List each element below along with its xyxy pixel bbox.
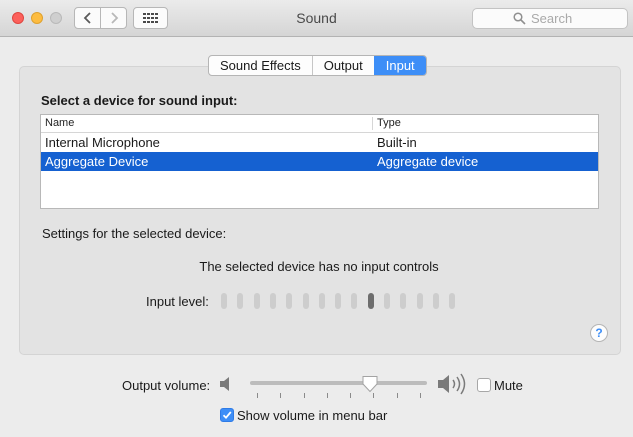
volume-tick (280, 393, 281, 398)
input-level-segment (286, 293, 292, 309)
input-level-meter (221, 293, 455, 309)
input-level-segment (319, 293, 325, 309)
checkmark-icon (222, 411, 232, 420)
input-level-segment (221, 293, 227, 309)
search-input[interactable]: Search (472, 8, 628, 29)
input-level-segment (335, 293, 341, 309)
settings-label: Settings for the selected device: (42, 226, 227, 241)
speaker-high-icon (438, 373, 466, 395)
device-table: Name Type Internal Microphone Built-in A… (40, 114, 599, 209)
input-level-segment (433, 293, 439, 309)
column-header-type[interactable]: Type (377, 117, 401, 129)
title-bar: Sound Search (0, 0, 633, 37)
tab-input[interactable]: Input (373, 56, 426, 75)
input-level-segment (449, 293, 455, 309)
volume-tick (257, 393, 258, 398)
input-level-segment (368, 293, 374, 309)
volume-tick (397, 393, 398, 398)
device-name: Internal Microphone (45, 135, 160, 150)
table-row-selected[interactable]: Aggregate Device Aggregate device (41, 152, 598, 171)
tab-bar: Sound Effects Output Input (208, 55, 427, 76)
no-controls-message: The selected device has no input control… (199, 259, 439, 274)
volume-tick (327, 393, 328, 398)
volume-tick (304, 393, 305, 398)
volume-tick (373, 393, 374, 398)
mute-checkbox[interactable] (477, 378, 491, 392)
help-icon: ? (595, 326, 603, 340)
input-level-segment (254, 293, 260, 309)
volume-slider-ticks (250, 393, 427, 398)
input-level-segment (384, 293, 390, 309)
search-icon (513, 12, 526, 25)
speaker-low-icon (220, 377, 229, 391)
column-header-name[interactable]: Name (45, 117, 74, 129)
column-divider (372, 117, 373, 130)
input-level-segment (303, 293, 309, 309)
show-volume-checkbox[interactable] (220, 408, 234, 422)
input-panel (19, 66, 621, 355)
search-placeholder: Search (531, 11, 573, 26)
table-header: Name Type (41, 115, 598, 133)
device-heading: Select a device for sound input: (41, 93, 238, 108)
input-level-segment (351, 293, 357, 309)
input-level-segment (270, 293, 276, 309)
help-button[interactable]: ? (590, 324, 608, 342)
input-level-label: Input level: (146, 294, 209, 309)
device-name: Aggregate Device (45, 154, 149, 169)
table-row[interactable]: Internal Microphone Built-in (41, 133, 598, 152)
tab-output[interactable]: Output (311, 56, 374, 75)
mute-label[interactable]: Mute (494, 378, 523, 393)
show-volume-label[interactable]: Show volume in menu bar (237, 408, 387, 423)
volume-slider-knob[interactable] (361, 375, 379, 393)
input-level-segment (237, 293, 243, 309)
output-volume-label: Output volume: (122, 378, 211, 393)
volume-tick (350, 393, 351, 398)
volume-tick (420, 393, 421, 398)
volume-slider-track[interactable] (250, 381, 427, 385)
input-level-segment (400, 293, 406, 309)
device-type: Built-in (377, 135, 417, 150)
tab-sound-effects[interactable]: Sound Effects (209, 56, 312, 75)
input-level-segment (417, 293, 423, 309)
device-type: Aggregate device (377, 154, 479, 169)
